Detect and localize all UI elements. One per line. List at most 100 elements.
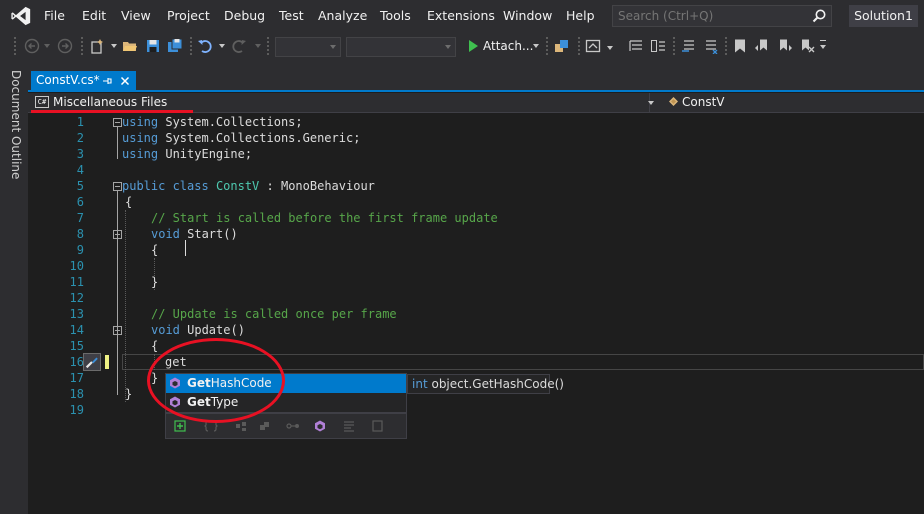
struct-filter-icon[interactable] — [258, 420, 272, 432]
redo-icon[interactable] — [231, 38, 247, 54]
back-icon[interactable] — [24, 38, 40, 54]
menu-extensions[interactable]: Extensions — [427, 8, 495, 23]
browser-link-icon[interactable] — [585, 38, 601, 54]
solution-name[interactable]: Solution1 — [849, 5, 918, 27]
close-icon[interactable] — [119, 75, 131, 87]
code-line: using System.Collections.Generic; — [122, 130, 360, 146]
step-over-icon[interactable] — [628, 38, 644, 54]
menu-help[interactable]: Help — [566, 8, 595, 23]
class-dropdown[interactable]: ConstV — [682, 95, 725, 109]
menu-debug[interactable]: Debug — [224, 8, 265, 23]
outline-guide — [117, 191, 118, 395]
keyword: using — [122, 131, 159, 145]
chevron-down-icon[interactable] — [648, 101, 654, 105]
new-dropdown-arrow-icon[interactable] — [111, 44, 117, 48]
collapse-toggle-icon[interactable] — [113, 230, 122, 239]
new-project-icon[interactable] — [89, 38, 105, 54]
clear-bookmarks-icon[interactable] — [799, 38, 815, 54]
browser-dropdown-arrow-icon[interactable] — [607, 46, 613, 50]
menu-analyze[interactable]: Analyze — [318, 8, 367, 23]
toolbar-grip[interactable] — [189, 36, 193, 56]
redo-dropdown-arrow-icon[interactable] — [255, 44, 261, 48]
toolbar-overflow-icon[interactable] — [820, 40, 826, 41]
undo-icon[interactable] — [197, 38, 213, 54]
search-box[interactable] — [612, 5, 832, 27]
toolbar-grip[interactable] — [13, 36, 17, 56]
collapse-toggle-icon[interactable] — [113, 326, 122, 335]
csharp-file-icon: C# — [35, 96, 49, 108]
solution-configuration-dropdown[interactable] — [275, 37, 341, 57]
line-number: 9 — [76, 243, 84, 257]
comment-lines-icon[interactable] — [681, 38, 697, 54]
code-line: void Start() — [151, 226, 238, 242]
attach-button[interactable]: Attach... — [483, 39, 533, 53]
red-underline-annotation — [31, 110, 193, 113]
project-dropdown[interactable]: Miscellaneous Files — [53, 95, 167, 109]
menu-test[interactable]: Test — [279, 8, 304, 23]
line-number: 11 — [69, 275, 84, 289]
line-number: 15 — [69, 339, 84, 353]
code-line: { — [151, 339, 159, 353]
class-filter-icon[interactable] — [234, 420, 248, 432]
quick-actions-lightbulb-icon[interactable] — [83, 353, 101, 371]
search-input[interactable] — [618, 8, 808, 24]
pin-icon[interactable] — [101, 75, 113, 87]
line-number: 7 — [76, 211, 84, 225]
field-filter-icon[interactable] — [371, 420, 385, 432]
collapse-toggle-icon[interactable] — [113, 182, 122, 191]
step-into-icon[interactable] — [650, 38, 666, 54]
toolbox-icon[interactable] — [554, 38, 570, 54]
uncomment-lines-icon[interactable] — [703, 38, 719, 54]
code-editor[interactable]: 1 2 3 4 5 6 7 8 9 10 11 12 13 14 15 16 1… — [28, 114, 924, 514]
next-bookmark-icon[interactable] — [777, 38, 793, 54]
toolbar-grip[interactable] — [545, 36, 549, 56]
menu-project[interactable]: Project — [167, 8, 210, 23]
toolbar-grip[interactable] — [577, 36, 581, 56]
toolbar-grip[interactable] — [672, 36, 676, 56]
document-outline-tab[interactable]: Document Outline — [9, 70, 23, 179]
menu-file[interactable]: File — [44, 8, 65, 23]
back-dropdown-arrow-icon[interactable] — [44, 44, 50, 48]
method-filter-icon[interactable] — [313, 420, 327, 432]
save-all-icon[interactable] — [167, 38, 183, 54]
toolbar-grip[interactable] — [266, 36, 270, 56]
document-tab[interactable]: ConstV.cs* — [31, 71, 136, 91]
save-icon[interactable] — [145, 38, 161, 54]
line-number: 6 — [76, 195, 84, 209]
code-line: public class ConstV : MonoBehaviour — [122, 178, 375, 194]
code-text: : — [259, 179, 281, 193]
menu-view[interactable]: View — [121, 8, 151, 23]
open-folder-icon[interactable] — [122, 38, 138, 54]
menu-edit[interactable]: Edit — [82, 8, 106, 23]
line-number: 17 — [69, 371, 84, 385]
code-line: using UnityEngine; — [122, 146, 252, 162]
previous-bookmark-icon[interactable] — [754, 38, 770, 54]
menu-bar: File Edit View Project Debug Test Analyz… — [0, 0, 924, 32]
toolbar-grip[interactable] — [724, 36, 728, 56]
return-type: int — [412, 377, 428, 391]
search-icon[interactable] — [811, 8, 827, 24]
menu-tools[interactable]: Tools — [380, 8, 411, 23]
comment: // Start is called before the first fram… — [151, 211, 498, 225]
start-debug-icon[interactable] — [465, 38, 481, 54]
collapse-toggle-icon[interactable] — [113, 118, 122, 127]
bookmark-icon[interactable] — [732, 38, 748, 54]
toolbar-grip[interactable] — [80, 36, 84, 56]
menu-window[interactable]: Window — [503, 8, 552, 23]
attach-dropdown-arrow-icon[interactable] — [533, 44, 539, 48]
visual-studio-logo-icon[interactable] — [9, 5, 33, 27]
code-line: } — [125, 387, 133, 401]
document-tab-row: ConstV.cs* — [28, 60, 924, 92]
red-circle-annotation — [147, 338, 285, 423]
type-name: ConstV — [215, 179, 260, 193]
forward-icon[interactable] — [57, 38, 73, 54]
solution-platform-dropdown[interactable] — [346, 37, 456, 57]
interface-filter-icon[interactable] — [286, 420, 300, 432]
line-number: 16 — [69, 355, 84, 369]
toolbar-overflow-arrow-icon[interactable] — [820, 45, 826, 49]
code-text: Start() — [179, 227, 238, 241]
expand-filter-icon[interactable] — [174, 420, 188, 432]
property-filter-icon[interactable] — [342, 420, 356, 432]
keyword: void — [151, 323, 180, 337]
undo-dropdown-arrow-icon[interactable] — [219, 44, 225, 48]
